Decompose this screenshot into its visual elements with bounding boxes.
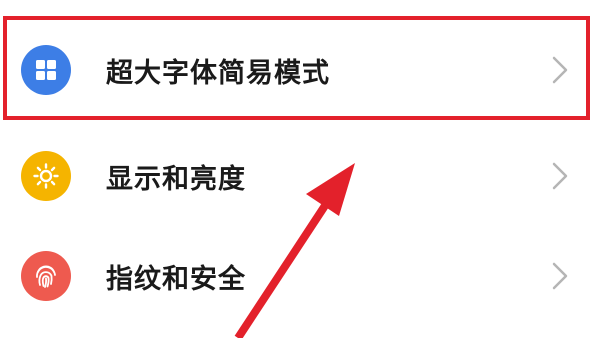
settings-item-fingerprint-security[interactable]: 指纹和安全 xyxy=(0,226,596,326)
chevron-right-icon xyxy=(552,162,568,190)
grid-icon xyxy=(21,45,71,95)
settings-item-label: 显示和亮度 xyxy=(106,163,246,195)
settings-item-large-font-mode[interactable]: 超大字体简易模式 xyxy=(0,20,596,120)
settings-screen: 超大字体简易模式 显示和亮度 指纹和安全 xyxy=(0,0,596,338)
chevron-right-icon xyxy=(552,56,568,84)
sun-icon xyxy=(21,151,71,201)
chevron-right-icon xyxy=(552,262,568,290)
settings-item-label: 超大字体简易模式 xyxy=(106,57,330,89)
settings-item-display-brightness[interactable]: 显示和亮度 xyxy=(0,126,596,226)
settings-item-label: 指纹和安全 xyxy=(106,263,246,295)
fingerprint-icon xyxy=(21,251,71,301)
